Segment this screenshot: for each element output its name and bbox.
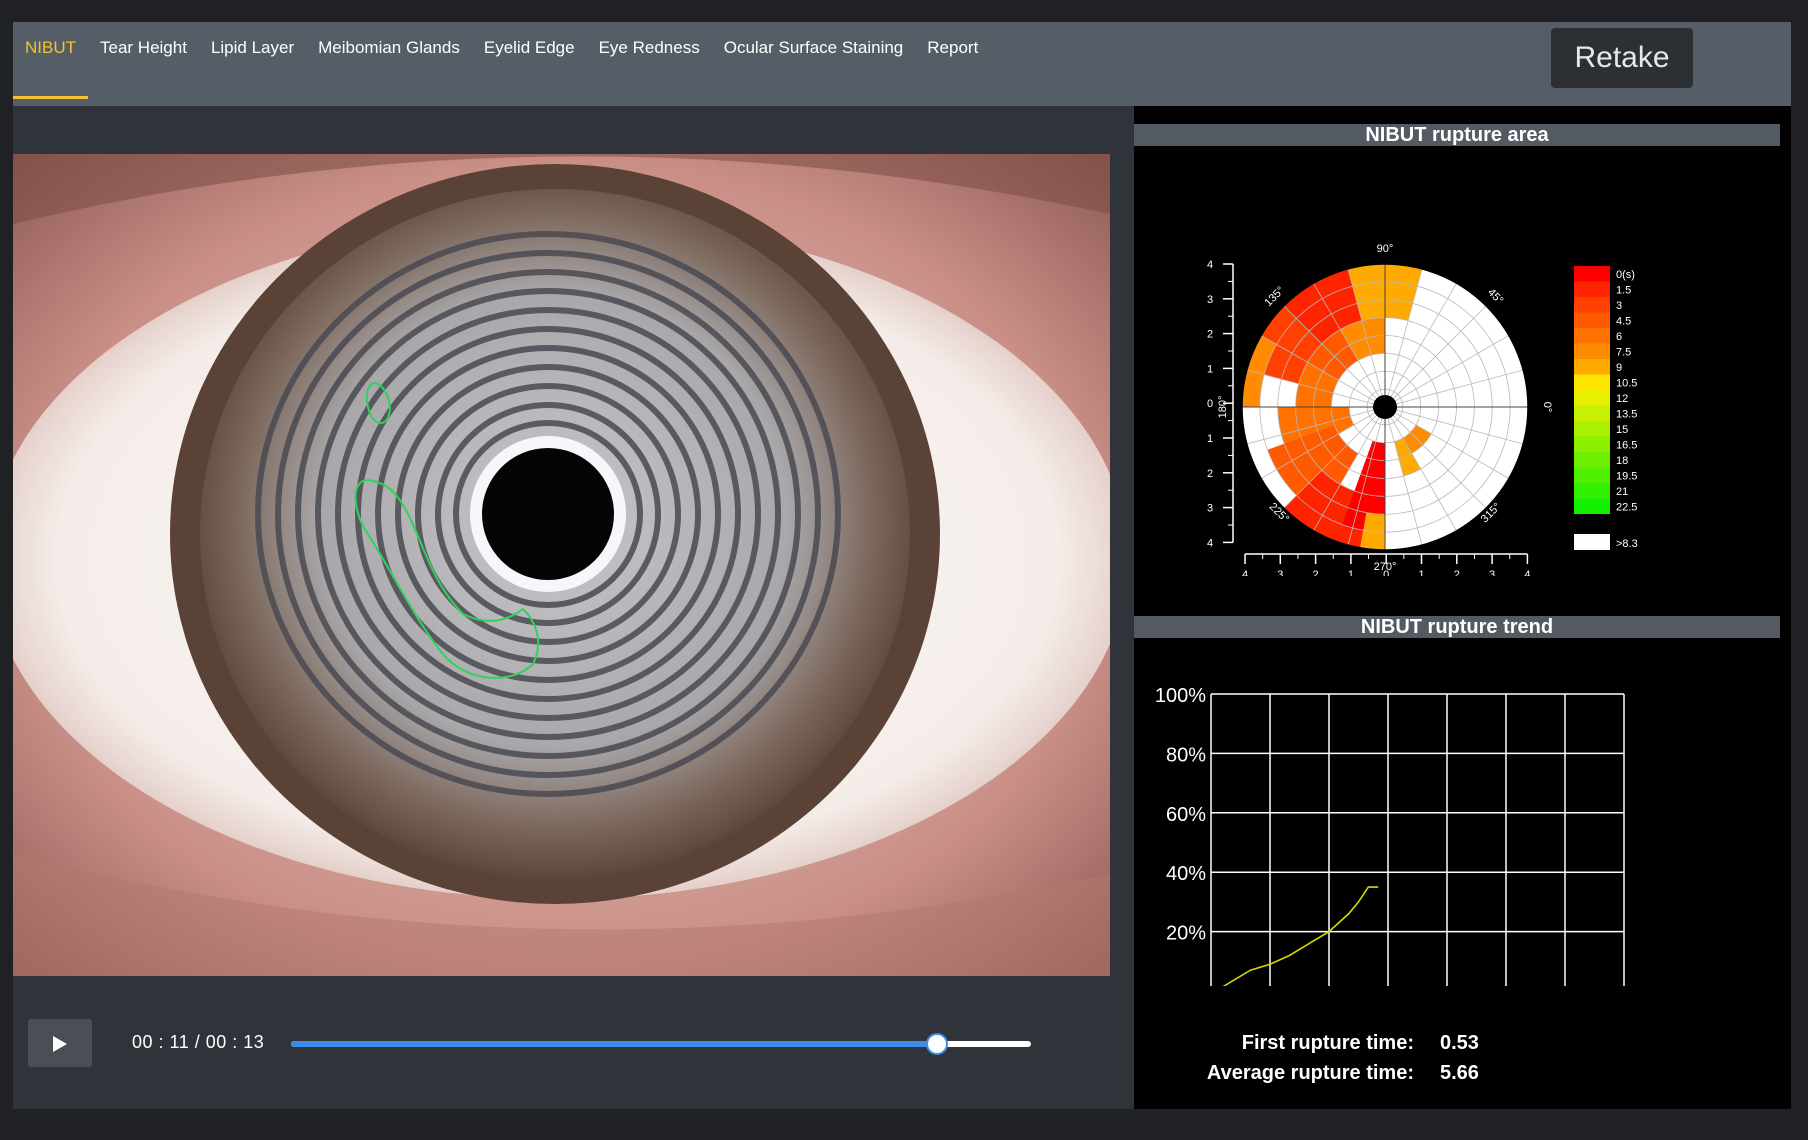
video-panel: 00 : 11 / 00 : 13: [13, 106, 1134, 1109]
legend-label: 15: [1616, 424, 1628, 436]
legend-swatch: [1574, 312, 1610, 328]
horizontal-tick-label: 2: [1454, 569, 1460, 576]
rupture-trend-chart: 036912151821(s)20%40%60%80%100%: [1155, 685, 1625, 986]
legend-swatch: [1574, 297, 1610, 313]
horizontal-tick-label: 1: [1418, 569, 1424, 576]
progress-fill: [291, 1041, 938, 1047]
tab-lipid-layer[interactable]: Lipid Layer: [199, 22, 306, 96]
vertical-tick-label: 1: [1207, 363, 1213, 375]
rupture-area-map: 90°45°0°315°270°225°180°135°4321012344 3 2…: [1207, 243, 1638, 576]
progress-handle[interactable]: [926, 1033, 949, 1055]
average-rupture-row: Average rupture time: 5.66: [1134, 1062, 1479, 1085]
vertical-tick-label: 4: [1207, 537, 1213, 549]
y-tick-label: 80%: [1166, 744, 1206, 766]
legend-swatch: [1574, 405, 1610, 421]
legend-swatch: [1574, 266, 1610, 282]
legend-label: 16.5: [1616, 440, 1637, 452]
video-controls: 00 : 11 / 00 : 13: [13, 976, 1134, 1109]
y-tick-label: 60%: [1166, 804, 1206, 826]
horizontal-tick-label: 4: [1242, 569, 1248, 576]
rupture-trend-title: NIBUT rupture trend: [1134, 616, 1780, 638]
y-tick-label: 20%: [1166, 923, 1206, 945]
tab-report[interactable]: Report: [915, 22, 990, 96]
legend-label: 18: [1616, 455, 1628, 467]
progress-slider[interactable]: [291, 1033, 1031, 1055]
legend-swatch: [1574, 436, 1610, 452]
legend-label: 12: [1616, 393, 1628, 405]
tab-bar: NIBUT Tear Height Lipid Layer Meibomian …: [13, 22, 990, 106]
tab-ocular-surface-staining[interactable]: Ocular Surface Staining: [712, 22, 916, 96]
legend-label: 19.5: [1616, 471, 1637, 483]
first-rupture-row: First rupture time: 0.53: [1134, 1032, 1479, 1055]
legend-label: 22.5: [1616, 502, 1637, 514]
horizontal-tick-label: 3: [1489, 569, 1495, 576]
tab-tear-height[interactable]: Tear Height: [88, 22, 199, 96]
rupture-area-title: NIBUT rupture area: [1134, 124, 1780, 146]
angle-label: 0°: [1541, 402, 1553, 413]
legend-swatch: [1574, 281, 1610, 297]
vertical-tick-label: 3: [1207, 503, 1213, 515]
legend-swatch: [1574, 452, 1610, 468]
legend-swatch: [1574, 359, 1610, 375]
legend-label: 6: [1616, 331, 1622, 343]
angle-label: 90°: [1377, 243, 1394, 255]
analysis-panel: NIBUT rupture area 90° 45° 0° 315° 270° 225° 1…: [1134, 106, 1791, 1109]
legend-swatch: [1574, 343, 1610, 359]
vertical-tick-label: 0: [1207, 398, 1213, 410]
trend-line: [1222, 886, 1379, 986]
horizontal-tick-label: 0: [1383, 569, 1389, 576]
angle-label: 180°: [1217, 396, 1229, 419]
legend-label: 13.5: [1616, 409, 1637, 421]
play-button[interactable]: [28, 1019, 92, 1067]
vertical-tick-label: 4: [1207, 259, 1213, 271]
horizontal-tick-label: 4: [1524, 569, 1530, 576]
polar-center: [1373, 395, 1397, 419]
vertical-tick-label: 1: [1207, 433, 1213, 445]
legend-label: 9: [1616, 362, 1622, 374]
retake-button[interactable]: Retake: [1551, 28, 1693, 88]
legend-swatch-extra: [1574, 534, 1610, 550]
play-icon: [53, 1036, 67, 1052]
legend-label: 10.5: [1616, 378, 1637, 390]
horizontal-tick-label: 3: [1277, 569, 1283, 576]
legend-swatch: [1574, 328, 1610, 344]
first-rupture-label: First rupture time:: [1241, 1032, 1414, 1054]
horizontal-tick-label: 2: [1313, 569, 1319, 576]
top-nav-bar: NIBUT Tear Height Lipid Layer Meibomian …: [13, 22, 1791, 106]
legend-label: 4.5: [1616, 316, 1631, 328]
bottom-strip: [0, 1109, 1808, 1140]
y-tick-label: 40%: [1166, 863, 1206, 885]
legend-label: 3: [1616, 300, 1622, 312]
y-tick-label: 100%: [1155, 685, 1206, 707]
legend-label: 7.5: [1616, 347, 1631, 359]
angle-label: 45°: [1485, 287, 1505, 307]
tab-meibomian-glands[interactable]: Meibomian Glands: [306, 22, 472, 96]
eye-photo: [13, 154, 1110, 976]
legend-swatch: [1574, 498, 1610, 514]
legend-swatch: [1574, 374, 1610, 390]
tab-eyelid-edge[interactable]: Eyelid Edge: [472, 22, 587, 96]
average-rupture-value: 5.66: [1440, 1062, 1479, 1084]
vertical-tick-label: 2: [1207, 468, 1213, 480]
trend-plot: 036912151821(s)20%40%60%80%100%: [1155, 685, 1625, 986]
vertical-tick-label: 3: [1207, 294, 1213, 306]
vertical-tick-label: 2: [1207, 329, 1213, 341]
tab-nibut[interactable]: NIBUT: [13, 22, 88, 99]
average-rupture-label: Average rupture time:: [1206, 1062, 1414, 1084]
angle-label: 135°: [1262, 284, 1287, 309]
eye-image: [13, 154, 1110, 976]
legend-swatch: [1574, 390, 1610, 406]
legend-label: 21: [1616, 486, 1628, 498]
legend-swatch: [1574, 467, 1610, 483]
legend-swatch: [1574, 421, 1610, 437]
horizontal-tick-label: 1: [1348, 569, 1354, 576]
legend-label-extra: >8.3: [1616, 538, 1638, 550]
legend-label: 1.5: [1616, 285, 1631, 297]
playback-time: 00 : 11 / 00 : 13: [132, 1032, 265, 1052]
first-rupture-value: 0.53: [1440, 1032, 1479, 1054]
legend-swatch: [1574, 483, 1610, 499]
tab-eye-redness[interactable]: Eye Redness: [587, 22, 712, 96]
legend-label: 0(s): [1616, 269, 1635, 281]
